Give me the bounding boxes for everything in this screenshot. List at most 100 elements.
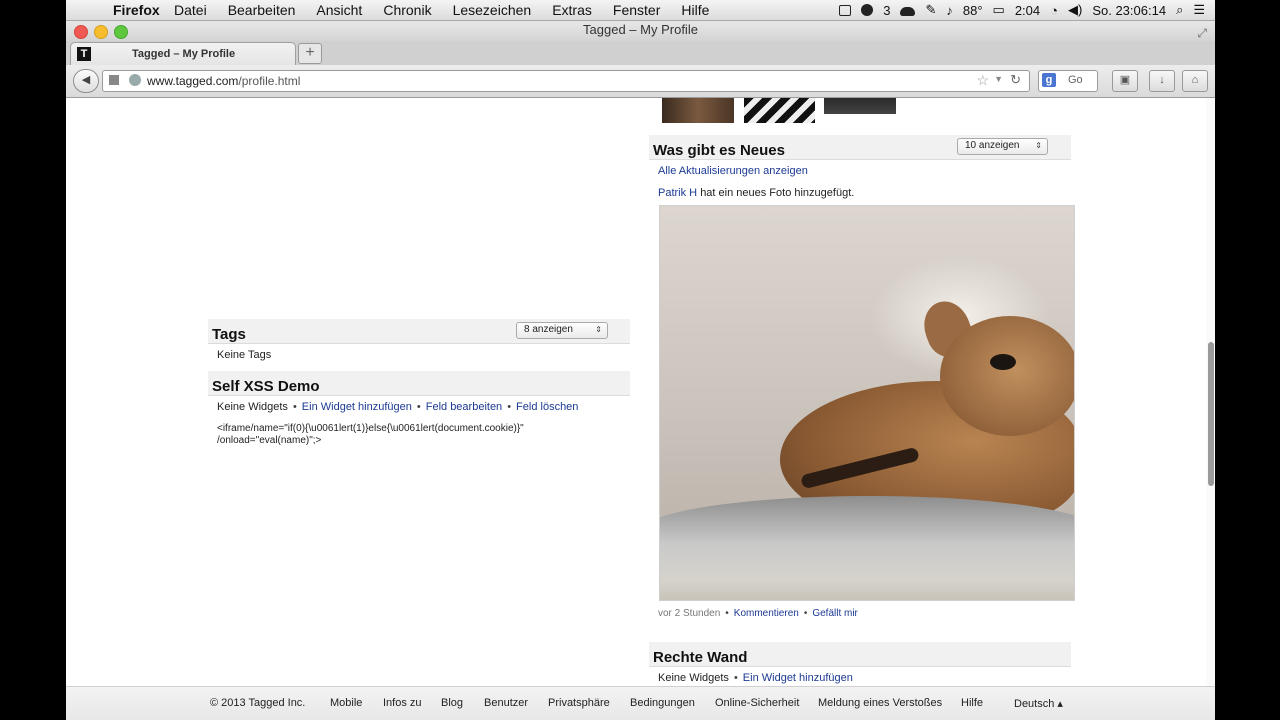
menu-list: Datei Bearbeiten Ansicht Chronik Lesezei… <box>174 2 730 18</box>
search-box[interactable]: g Go <box>1038 70 1098 92</box>
panorama-button[interactable]: ▣ <box>1112 70 1138 92</box>
like-link[interactable]: Gefällt mir <box>812 608 858 619</box>
add-widget-link[interactable]: Ein Widget hinzufügen <box>743 672 853 684</box>
spotlight-icon[interactable]: ⌕ <box>1176 2 1183 18</box>
close-window-button[interactable] <box>74 25 88 39</box>
search-box-text: Go <box>1068 74 1083 86</box>
separator: • <box>416 401 421 413</box>
copyright-text: © 2013 Tagged Inc. <box>210 697 306 709</box>
downloads-button[interactable]: ↓ <box>1149 70 1175 92</box>
photo-background <box>660 496 1074 600</box>
friend-photo[interactable] <box>824 98 896 114</box>
footer-link-about[interactable]: Infos zu <box>383 697 422 709</box>
menu-ansicht[interactable]: Ansicht <box>316 2 362 18</box>
footer-link-report[interactable]: Meldung eines Verstoßes <box>818 697 942 709</box>
user-link[interactable]: Patrik H <box>658 187 697 199</box>
footer-link-privacy[interactable]: Privatsphäre <box>548 697 610 709</box>
window-title: Tagged – My Profile <box>583 22 698 37</box>
wall-header: Rechte Wand <box>649 642 1071 667</box>
news-count-select[interactable]: 10 anzeigen ⇕ <box>957 138 1048 155</box>
footer-link-users[interactable]: Benutzer <box>484 697 528 709</box>
url-bar[interactable]: www.tagged.com/profile.html ☆ ▼ ↻ <box>102 70 1030 92</box>
window-icon[interactable] <box>839 4 852 16</box>
menu-datei[interactable]: Datei <box>174 2 207 18</box>
menu-hilfe[interactable]: Hilfe <box>681 2 709 18</box>
menu-extras[interactable]: Extras <box>552 2 592 18</box>
news-photo[interactable] <box>659 205 1075 601</box>
language-selector[interactable]: Deutsch ▴ <box>1014 697 1063 710</box>
bookmark-star-icon[interactable]: ☆ <box>976 72 989 89</box>
site-identity-icon[interactable] <box>129 74 141 86</box>
fullscreen-icon[interactable]: ⤢ <box>1197 24 1207 42</box>
menu-lesezeichen[interactable]: Lesezeichen <box>453 2 532 18</box>
news-action-text: hat ein neues Foto hinzugefügt. <box>700 187 855 199</box>
tab-tagged-profile[interactable]: T Tagged – My Profile <box>70 42 296 66</box>
battery-icon[interactable]: ▭ <box>993 2 1005 18</box>
zoom-window-button[interactable] <box>114 25 128 39</box>
separator: • <box>292 401 297 413</box>
page-content: Tags 8 anzeigen ⇕ Keine Tags Self XSS De… <box>66 98 1206 720</box>
all-updates-link[interactable]: Alle Aktualisierungen anzeigen <box>658 165 808 177</box>
wall-widget-links: Keine Widgets • Ein Widget hinzufügen <box>658 672 853 684</box>
footer-link-blog[interactable]: Blog <box>441 697 463 709</box>
notification-icon[interactable] <box>861 4 874 16</box>
friend-photo[interactable] <box>662 98 734 123</box>
url-domain: www.tagged.com <box>147 74 239 88</box>
minimize-window-button[interactable] <box>94 25 108 39</box>
home-button[interactable]: ⌂ <box>1182 70 1208 92</box>
cloud-icon[interactable] <box>900 7 916 16</box>
news-item: Patrik H hat ein neues Foto hinzugefügt. <box>658 187 854 199</box>
menu-fenster[interactable]: Fenster <box>613 2 660 18</box>
tab-label: Tagged – My Profile <box>132 48 236 60</box>
menu-list-icon[interactable]: ☰ <box>1193 2 1205 18</box>
clock[interactable]: So. 23:06:14 <box>1092 3 1166 18</box>
footer-link-mobile[interactable]: Mobile <box>330 697 362 709</box>
status-area: 3 ✎ ♪ 88° ▭ 2:04 ◔ ◀) So. 23:06:14 ⌕ ☰ <box>839 2 1205 18</box>
wall-title: Rechte Wand <box>653 649 748 666</box>
separator: • <box>803 608 808 619</box>
wifi-icon[interactable]: ◔ <box>1050 3 1058 18</box>
wrench-icon[interactable]: ✎ <box>925 2 936 18</box>
back-button[interactable]: ◀ <box>73 69 99 93</box>
menu-chronik[interactable]: Chronik <box>383 2 431 18</box>
page-scrollbar[interactable] <box>1206 98 1215 720</box>
xss-code-line: <iframe/name="if(0){\u0061lert(1)}else{\… <box>217 423 524 434</box>
volume-icon[interactable]: ◀) <box>1068 2 1082 18</box>
footer-link-terms[interactable]: Bedingungen <box>630 697 695 709</box>
tags-header: Tags 8 anzeigen ⇕ <box>208 319 630 344</box>
photo-detail <box>990 354 1016 370</box>
bell-icon[interactable]: ♪ <box>946 3 953 18</box>
no-widgets-text: Keine Widgets <box>658 672 729 684</box>
google-icon[interactable]: g <box>1042 73 1056 87</box>
notification-count: 3 <box>883 2 891 18</box>
select-arrows-icon: ⇕ <box>1035 141 1042 150</box>
tagged-favicon-icon: T <box>77 47 91 61</box>
news-header: Was gibt es Neues 10 anzeigen ⇕ <box>649 135 1071 160</box>
app-menu[interactable]: Firefox <box>113 2 160 18</box>
apps-icon[interactable] <box>109 75 119 85</box>
xss-title: Self XSS Demo <box>212 378 320 395</box>
site-footer: © 2013 Tagged Inc. Mobile Infos zu Blog … <box>66 686 1215 720</box>
scrollbar-thumb[interactable] <box>1208 342 1214 486</box>
navigation-toolbar: ◀ www.tagged.com/profile.html ☆ ▼ ↻ g Go… <box>66 65 1215 98</box>
add-widget-link[interactable]: Ein Widget hinzufügen <box>302 401 412 413</box>
new-tab-button[interactable]: + <box>298 43 322 64</box>
time-ago: vor 2 Stunden <box>658 608 721 619</box>
mac-menubar: Firefox Datei Bearbeiten Ansicht Chronik… <box>66 0 1215 21</box>
news-title: Was gibt es Neues <box>653 142 785 159</box>
edit-field-link[interactable]: Feld bearbeiten <box>426 401 502 413</box>
window-titlebar: Tagged – My Profile ⤢ <box>66 21 1215 41</box>
url-text[interactable]: www.tagged.com/profile.html <box>147 74 300 88</box>
footer-link-safety[interactable]: Online-Sicherheit <box>715 697 799 709</box>
delete-field-link[interactable]: Feld löschen <box>516 401 578 413</box>
footer-link-help[interactable]: Hilfe <box>961 697 983 709</box>
tags-count-select[interactable]: 8 anzeigen ⇕ <box>516 322 608 339</box>
tags-title: Tags <box>212 326 246 343</box>
history-dropdown-icon[interactable]: ▼ <box>994 74 1003 84</box>
comment-link[interactable]: Kommentieren <box>734 608 799 619</box>
menu-bearbeiten[interactable]: Bearbeiten <box>228 2 296 18</box>
photo-detail <box>940 316 1074 436</box>
reload-icon[interactable]: ↻ <box>1010 72 1021 88</box>
friend-photo[interactable] <box>744 98 815 123</box>
temperature: 88° <box>962 2 983 18</box>
